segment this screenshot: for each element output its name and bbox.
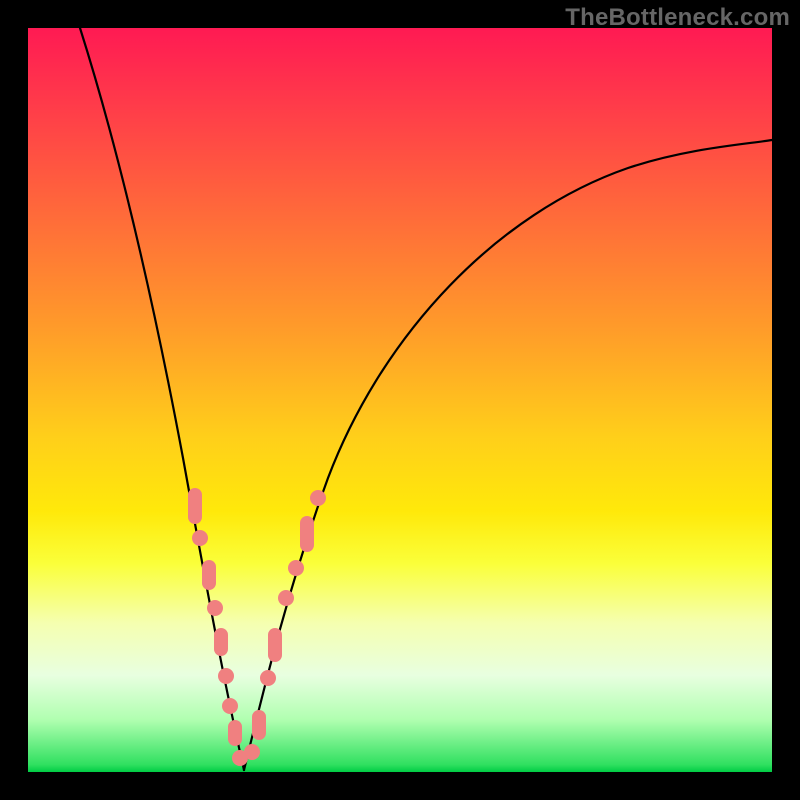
marker-right-7 — [300, 516, 314, 552]
marker-right-3 — [260, 670, 276, 686]
marker-left-3 — [202, 560, 216, 590]
marker-right-8 — [310, 490, 326, 506]
markers-right — [244, 490, 326, 760]
marker-left-2 — [192, 530, 208, 546]
marker-right-4 — [268, 628, 282, 662]
marker-left-8 — [228, 720, 242, 746]
plot-area — [28, 28, 772, 772]
curve-layer — [28, 28, 772, 772]
marker-left-4 — [207, 600, 223, 616]
chart-frame: TheBottleneck.com — [0, 0, 800, 800]
marker-left-6 — [218, 668, 234, 684]
marker-left-5 — [214, 628, 228, 656]
marker-right-6 — [288, 560, 304, 576]
marker-left-7 — [222, 698, 238, 714]
marker-right-5 — [278, 590, 294, 606]
right-branch-curve — [244, 140, 772, 770]
marker-right-2 — [252, 710, 266, 740]
marker-left-1 — [188, 488, 202, 524]
marker-right-1 — [244, 744, 260, 760]
left-branch-curve — [80, 28, 244, 770]
